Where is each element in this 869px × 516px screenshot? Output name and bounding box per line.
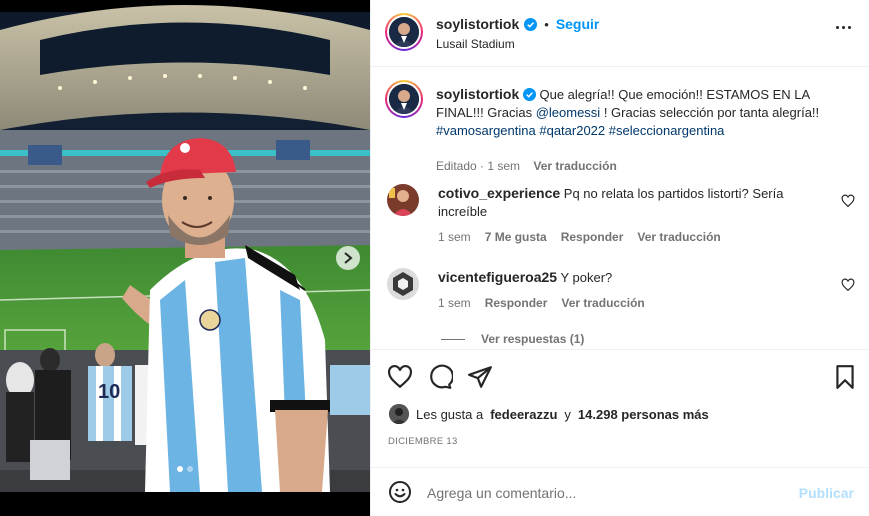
likes-count[interactable]: 14.298 personas más <box>578 407 709 422</box>
carousel-dots <box>0 466 370 472</box>
separator-dot: • <box>544 16 549 32</box>
caption-text: soylistortiok Que alegría!! Que emoción!… <box>436 85 856 140</box>
verified-badge-icon <box>524 17 538 31</box>
caption-avatar[interactable] <box>385 80 423 118</box>
liker-avatar[interactable] <box>389 404 409 424</box>
photo-image: 10 <box>0 0 370 516</box>
comment-text: cotivo_experience Pq no relata los parti… <box>438 184 808 221</box>
reply-button[interactable]: Responder <box>561 230 624 244</box>
post-photo[interactable]: 10 <box>0 0 370 516</box>
add-comment-bar: Publicar <box>371 467 869 516</box>
caption-meta: Editado · 1 sem Ver traducción <box>436 159 617 173</box>
hashtag-link[interactable]: #vamosargentina <box>436 123 536 138</box>
liker-username[interactable]: fedeerazzu <box>490 407 557 422</box>
avatar-image <box>389 17 419 47</box>
heart-icon[interactable] <box>387 364 413 390</box>
follow-button[interactable]: Seguir <box>556 16 600 32</box>
comment-input[interactable] <box>427 480 787 506</box>
avatar-image <box>387 268 419 300</box>
hashtag-link[interactable]: #seleccionargentina <box>609 123 725 138</box>
likes-connector: y <box>564 406 571 422</box>
commenter-avatar[interactable] <box>387 184 419 216</box>
comment-like-heart-icon[interactable] <box>841 278 855 292</box>
caption-time[interactable]: 1 sem <box>487 159 520 173</box>
post-date[interactable]: DICIEMBRE 13 <box>388 436 458 447</box>
comment-meta: 1 sem Responder Ver traducción <box>438 296 645 310</box>
svg-text:10: 10 <box>98 381 120 403</box>
avatar-image <box>389 404 409 424</box>
commenter-avatar[interactable] <box>387 268 419 300</box>
view-replies-button[interactable]: Ver respuestas (1) <box>441 332 584 346</box>
carousel-dot <box>177 466 183 472</box>
comment-like-heart-icon[interactable] <box>841 194 855 208</box>
mention-link[interactable]: @leomessi <box>536 105 601 120</box>
publish-button[interactable]: Publicar <box>799 485 854 501</box>
action-bar <box>371 349 869 401</box>
reply-button[interactable]: Responder <box>485 296 548 310</box>
commenter-username[interactable]: cotivo_experience <box>438 185 560 201</box>
view-replies-label: Ver respuestas (1) <box>481 332 585 346</box>
caption-username[interactable]: soylistortiok <box>436 86 519 102</box>
comment-text: vicentefigueroa25 Y poker? <box>438 268 808 287</box>
author-username[interactable]: soylistortiok <box>436 16 519 32</box>
comments-section[interactable]: soylistortiok Que alegría!! Que emoción!… <box>371 68 869 350</box>
commenter-username[interactable]: vicentefigueroa25 <box>438 269 557 285</box>
comment-body: Y poker? <box>560 270 613 285</box>
bookmark-icon[interactable] <box>832 364 858 390</box>
author-avatar[interactable] <box>385 13 423 51</box>
replies-line <box>441 338 465 340</box>
share-icon[interactable] <box>467 364 493 390</box>
comment-time[interactable]: 1 sem <box>438 230 471 244</box>
caption-body-2: ! Gracias selección por tanta alegría!! <box>600 105 820 120</box>
translate-link[interactable]: Ver traducción <box>533 159 616 173</box>
post-panel: soylistortiok • Seguir Lusail Stadium so… <box>370 0 869 516</box>
more-options-icon[interactable] <box>836 26 851 29</box>
comment-time[interactable]: 1 sem <box>438 296 471 310</box>
carousel-dot <box>187 466 193 472</box>
comment-likes[interactable]: 7 Me gusta <box>485 230 547 244</box>
translate-link[interactable]: Ver traducción <box>561 296 644 310</box>
edited-label: Editado <box>436 159 477 173</box>
comment-icon[interactable] <box>427 364 453 390</box>
avatar-image <box>387 184 419 216</box>
location-link[interactable]: Lusail Stadium <box>436 37 515 51</box>
likes-summary: Les gusta a fedeerazzu y 14.298 personas… <box>389 404 709 424</box>
avatar-image <box>389 84 419 114</box>
next-photo-button[interactable] <box>336 246 360 270</box>
comment-meta: 1 sem 7 Me gusta Responder Ver traducció… <box>438 230 721 244</box>
hashtag-link[interactable]: #qatar2022 <box>539 123 605 138</box>
chevron-right-icon <box>344 252 353 264</box>
translate-link[interactable]: Ver traducción <box>637 230 720 244</box>
likes-prefix: Les gusta a <box>416 406 484 422</box>
emoji-icon[interactable] <box>388 480 412 504</box>
verified-badge-icon <box>522 88 536 101</box>
post-header: soylistortiok • Seguir Lusail Stadium <box>371 0 869 67</box>
